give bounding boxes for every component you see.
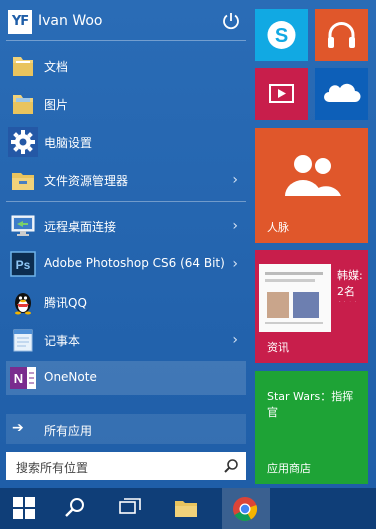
menu-item-onenote[interactable]: N OneNote (6, 361, 246, 395)
start-menu: YF Ivan Woo 文档 图片 电脑设置 文件资源管理器 › 远程桌面连接 … (0, 0, 376, 488)
store-headline: Star Wars：指挥官 (267, 390, 354, 419)
menu-item-label: 图片 (44, 98, 69, 112)
menu-item-notepad[interactable]: 记事本 › (6, 323, 246, 357)
windows-start-icon (13, 497, 35, 519)
notepad-icon (13, 329, 33, 352)
tile-music[interactable] (315, 9, 368, 61)
tile-news[interactable]: 韩媒:2名韩销售 资讯 (255, 250, 368, 363)
menu-item-label: 远程桌面连接 (44, 220, 117, 234)
folder-docs-icon (13, 57, 33, 76)
tile-people[interactable]: 人脉 (255, 128, 368, 243)
search-icon (65, 498, 84, 517)
menu-item-file-explorer[interactable]: 文件资源管理器 › (6, 163, 246, 197)
chevron-right-icon[interactable]: › (232, 218, 238, 234)
tile-label: 资讯 (267, 341, 289, 354)
task-view-icon (119, 498, 141, 514)
search-input[interactable]: 搜索所有位置 (6, 452, 246, 480)
chevron-right-icon[interactable]: › (232, 332, 238, 348)
arrow-right-icon: ➔ (12, 420, 24, 436)
power-icon[interactable] (220, 10, 242, 32)
svg-text:N: N (14, 371, 23, 386)
cloud-icon (324, 83, 361, 102)
menu-item-pictures[interactable]: 图片 (6, 87, 246, 121)
svg-text:Ps: Ps (16, 258, 31, 272)
svg-text:S: S (275, 25, 288, 47)
headphones-icon (328, 22, 355, 48)
tile-label: 人脉 (267, 221, 289, 234)
news-thumbnail (259, 264, 331, 332)
tile-video[interactable] (255, 68, 308, 120)
task-view-button[interactable] (108, 488, 152, 529)
divider (6, 40, 246, 41)
tile-store[interactable]: Star Wars：指挥官 应用商店 (255, 371, 368, 484)
tile-skype[interactable]: S (255, 9, 308, 61)
folder-pictures-icon (13, 95, 33, 114)
menu-item-label: 记事本 (44, 334, 81, 348)
remote-desktop-icon (11, 215, 35, 236)
menu-item-documents[interactable]: 文档 (6, 49, 246, 83)
menu-item-label: 文档 (44, 60, 69, 74)
user-account[interactable]: YF Ivan Woo (6, 6, 246, 36)
taskbar (0, 488, 376, 529)
photoshop-icon: Ps (10, 251, 36, 277)
menu-item-label: OneNote (44, 370, 97, 384)
taskbar-chrome[interactable] (222, 488, 270, 529)
settings-gear-icon (8, 127, 38, 157)
start-button[interactable] (2, 488, 46, 529)
menu-item-label: 腾讯QQ (44, 296, 87, 310)
menu-item-qq[interactable]: 腾讯QQ (6, 285, 246, 319)
menu-item-label: 电脑设置 (44, 136, 93, 150)
taskbar-search-button[interactable] (53, 488, 97, 529)
menu-item-photoshop[interactable]: Ps Adobe Photoshop CS6 (64 Bit) › (6, 247, 246, 281)
onenote-icon: N (10, 367, 36, 389)
user-avatar: YF (8, 10, 32, 34)
menu-item-pc-settings[interactable]: 电脑设置 (6, 125, 246, 159)
chrome-icon (233, 497, 258, 522)
user-name: Ivan Woo (38, 13, 103, 29)
search-icon[interactable] (222, 457, 240, 475)
skype-icon: S (267, 21, 296, 49)
tile-onedrive[interactable] (315, 68, 368, 120)
video-play-icon (269, 84, 294, 103)
taskbar-file-explorer[interactable] (164, 488, 208, 529)
people-icon (285, 155, 341, 196)
chevron-right-icon[interactable]: › (232, 256, 238, 272)
file-explorer-icon (12, 173, 34, 190)
search-placeholder: 搜索所有位置 (16, 461, 89, 475)
news-headline: 韩媒:2名韩销售 (337, 269, 363, 302)
all-apps-label: 所有应用 (44, 424, 93, 438)
menu-item-label: Adobe Photoshop CS6 (64 Bit) (44, 256, 225, 270)
chevron-right-icon[interactable]: › (232, 172, 238, 188)
menu-item-label: 文件资源管理器 (44, 174, 129, 188)
all-apps-button[interactable]: ➔ 所有应用 (6, 414, 246, 444)
tile-label: 应用商店 (267, 462, 311, 475)
divider (6, 201, 246, 202)
file-explorer-icon (175, 501, 197, 517)
menu-item-remote-desktop[interactable]: 远程桌面连接 › (6, 209, 246, 243)
start-menu-left-pane: YF Ivan Woo 文档 图片 电脑设置 文件资源管理器 › 远程桌面连接 … (0, 0, 252, 488)
qq-penguin-icon (15, 293, 31, 315)
